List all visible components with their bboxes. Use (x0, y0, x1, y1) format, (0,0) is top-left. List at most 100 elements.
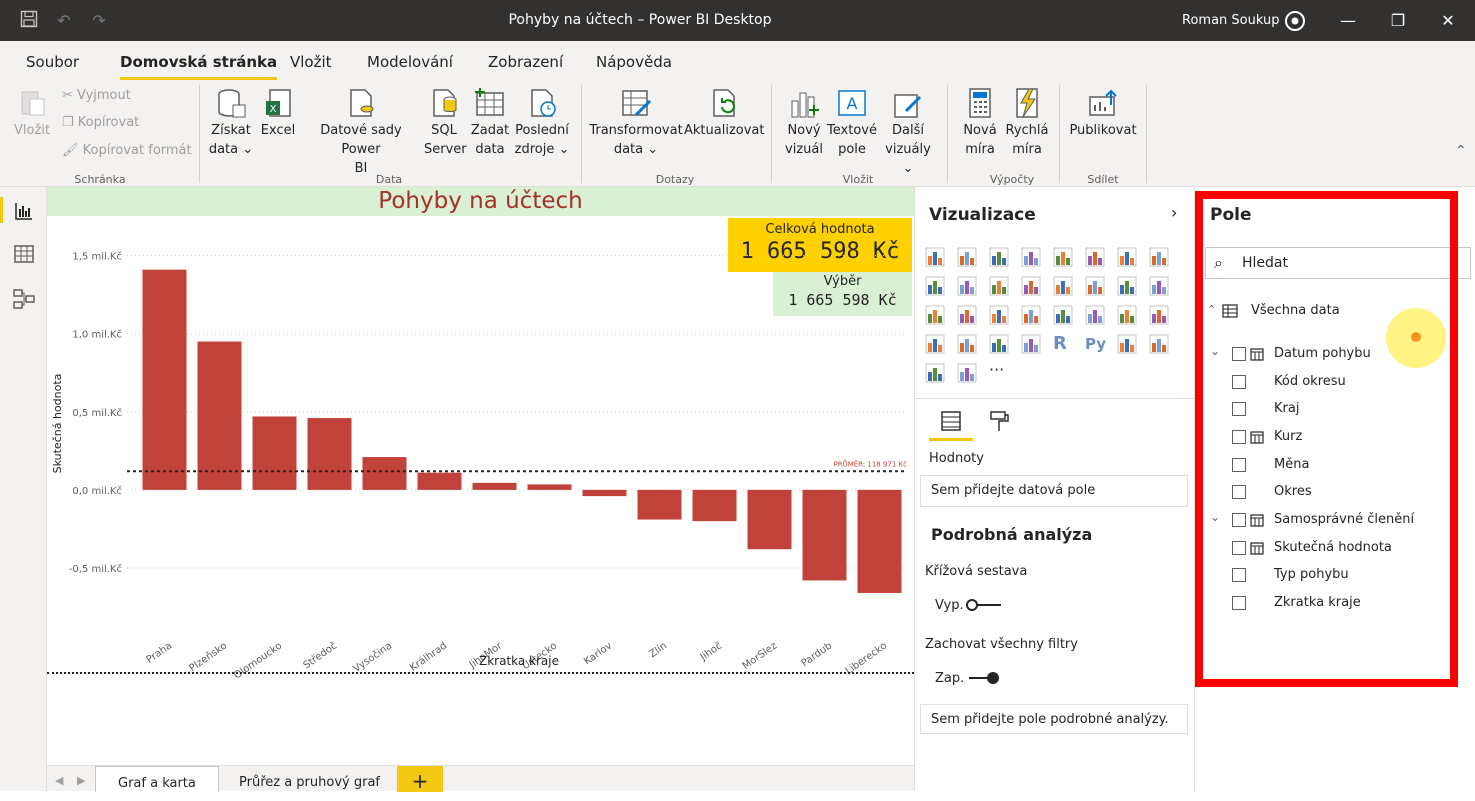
drillthrough-drop-zone[interactable]: Sem přidejte pole podrobné analýzy. (920, 704, 1188, 734)
account-icon[interactable] (1284, 10, 1306, 36)
python-visual-icon[interactable]: Py (1085, 334, 1106, 354)
quick-measure-button[interactable]: Rychlá míra (1004, 83, 1050, 159)
tab-soubor[interactable]: Soubor (26, 53, 79, 71)
report-view-icon[interactable] (12, 199, 36, 223)
cut-button[interactable]: ✂ Vyjmout (62, 88, 131, 103)
publish-icon (1089, 89, 1117, 116)
bar (747, 489, 792, 550)
page-tab-graf-a-karta[interactable]: Graf a karta (95, 766, 219, 792)
refresh-button[interactable]: Aktualizovat (684, 83, 764, 140)
table-visual-icon[interactable] (989, 334, 1009, 354)
visual-icon-gallery: R Py ··· (925, 247, 1175, 383)
stacked-bar-icon[interactable] (925, 247, 945, 267)
enter-data-button[interactable]: Zadat data (470, 83, 510, 159)
shape-map-icon[interactable] (1053, 305, 1073, 325)
funnel-icon[interactable] (1085, 276, 1105, 296)
100-column-icon[interactable] (1085, 247, 1105, 267)
clustered-column-icon[interactable] (1021, 247, 1041, 267)
tab-home[interactable]: Domovská stránka (120, 53, 278, 80)
svg-text:X: X (270, 104, 277, 115)
matrix-icon[interactable] (1021, 334, 1041, 354)
user-name[interactable]: Roman Soukup (1182, 0, 1279, 41)
restore-button[interactable]: ❐ (1373, 0, 1423, 41)
area-chart-icon[interactable] (1149, 247, 1169, 267)
group-share: Sdílet (1087, 173, 1119, 186)
data-view-icon[interactable] (12, 242, 36, 266)
stacked-area-icon[interactable] (925, 276, 945, 296)
cross-report-toggle[interactable] (965, 597, 1005, 613)
group-queries: Dotazy (655, 173, 695, 186)
close-button[interactable]: ✕ (1423, 0, 1473, 41)
treemap-icon[interactable] (957, 305, 977, 325)
waterfall-icon[interactable] (1053, 276, 1073, 296)
x-tick-label: Zlín (647, 640, 669, 661)
sql-server-button[interactable]: SQL Server (424, 83, 467, 159)
paste-button[interactable]: Vložit (10, 83, 54, 140)
recent-sources-button[interactable]: Poslední zdroje ⌄ (512, 83, 572, 159)
slicer-icon[interactable] (957, 334, 977, 354)
qa-icon[interactable] (925, 363, 945, 383)
new-visual-button[interactable]: Nový vizuál (782, 83, 826, 159)
get-data-button[interactable]: Získat data ⌄ (206, 83, 256, 159)
r-visual-icon[interactable]: R (1053, 334, 1073, 354)
format-painter-button[interactable]: 🖌 Kopírovat formát (62, 143, 192, 158)
more-visuals-button[interactable]: Další vizuály ⌄ (880, 83, 936, 178)
pie-chart-icon[interactable] (1149, 276, 1169, 296)
viz-pane-title: Vizualizace (929, 205, 1036, 225)
bar (802, 489, 847, 581)
model-view-icon[interactable] (12, 287, 36, 311)
line-chart-icon[interactable] (1117, 247, 1137, 267)
filled-map-icon[interactable] (1021, 305, 1041, 325)
add-page-button[interactable]: + (397, 766, 443, 793)
kpi-icon[interactable] (925, 334, 945, 354)
bar (857, 489, 902, 593)
values-drop-zone[interactable]: Sem přidejte datová pole (920, 475, 1188, 507)
copy-button[interactable]: ❐ Kopírovat (62, 115, 139, 130)
ribbon-chart-icon[interactable] (1021, 276, 1041, 296)
line-clustered-icon[interactable] (989, 276, 1009, 296)
line-column-icon[interactable] (957, 276, 977, 296)
stacked-column-icon[interactable] (957, 247, 977, 267)
keep-filters-toggle[interactable] (965, 670, 1005, 686)
more-options-icon[interactable]: ··· (989, 362, 1009, 383)
format-paint-roller-icon[interactable] (987, 409, 1011, 433)
page-tab-prurez[interactable]: Průřez a pruhový graf (217, 766, 402, 792)
collapse-ribbon-icon[interactable]: ⌃ (1455, 143, 1467, 159)
multi-card-icon[interactable] (1149, 305, 1169, 325)
clustered-bar-icon[interactable] (989, 247, 1009, 267)
tab-view[interactable]: Zobrazení (488, 53, 563, 71)
paste-icon (21, 91, 45, 116)
tab-help[interactable]: Nápověda (596, 53, 672, 71)
tab-modeling[interactable]: Modelování (367, 53, 453, 71)
fields-well-icon[interactable] (939, 409, 963, 433)
power-bi-datasets-button[interactable]: Datové sady Power BI (300, 83, 422, 178)
key-influencers-icon[interactable] (1117, 334, 1137, 354)
map-icon[interactable] (989, 305, 1009, 325)
decomposition-tree-icon[interactable] (1149, 334, 1169, 354)
new-measure-button[interactable]: Nová míra (960, 83, 1000, 159)
donut-icon[interactable] (925, 305, 945, 325)
collapse-viz-icon[interactable]: › (1171, 203, 1177, 222)
average-label: PRŮMĚR: 118 971 Kč (833, 459, 907, 468)
minimize-button[interactable]: — (1323, 0, 1373, 41)
text-box-button[interactable]: A Textové pole (826, 83, 878, 159)
publish-button[interactable]: Publikovat (1068, 83, 1138, 140)
gauge-icon[interactable] (1085, 305, 1105, 325)
keep-filters-label: Zachovat všechny filtry (925, 637, 1078, 652)
arcgis-icon[interactable] (957, 363, 977, 383)
excel-icon: X (266, 89, 291, 117)
report-canvas[interactable]: Pohyby na účtech Celková hodnota 1 665 5… (47, 187, 914, 765)
y-tick-label: 1,5 mil.Kč (72, 251, 122, 263)
y-axis-title: Skutečná hodnota (51, 374, 64, 474)
excel-button[interactable]: X Excel (258, 83, 298, 140)
scatter-icon[interactable] (1117, 276, 1137, 296)
bar (252, 416, 297, 490)
card-icon[interactable] (1117, 305, 1137, 325)
tab-insert[interactable]: Vložit (290, 53, 332, 71)
transform-data-button[interactable]: Transformovat data ⌄ (589, 83, 683, 159)
next-page-icon[interactable]: ▶ (77, 774, 85, 787)
bar-chart[interactable]: -0,5 mil.Kč 0,0 mil.Kč 0,5 mil.Kč 1,0 mil.K… (47, 227, 914, 717)
report-title[interactable]: Pohyby na účtech (47, 187, 914, 216)
prev-page-icon[interactable]: ◀ (55, 774, 63, 787)
100-bar-icon[interactable] (1053, 247, 1073, 267)
